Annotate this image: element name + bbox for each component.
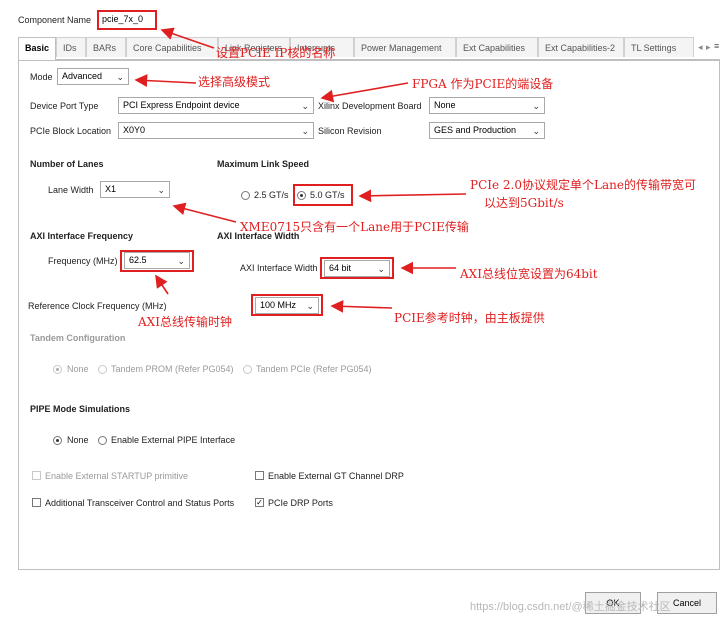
arrow-lane: [172, 202, 237, 223]
annotation-single-lane: XME0715只含有一个Lane用于PCIE传输: [240, 220, 469, 234]
annotation-axi-clock: AXI总线传输时钟: [138, 315, 232, 329]
arrow-mode: [134, 74, 197, 87]
annotation-arrows: [134, 27, 467, 313]
arrow-component-name: [160, 27, 215, 49]
annotation-endpoint: FPGA 作为PCIE的端设备: [412, 77, 554, 91]
annotation-axi-width: AXI总线位宽设置为64bit: [460, 267, 598, 281]
arrow-refclk: [330, 299, 393, 313]
arrow-speed: [358, 189, 467, 203]
annotation-pcie2-bandwidth: PCIe 2.0协议规定单个Lane的传输带宽可: [470, 178, 696, 192]
annotation-refclk: PCIE参考时钟，由主板提供: [394, 311, 545, 325]
arrow-device-port: [320, 82, 409, 103]
annotation-component-name: 设置PCIE IP核的名称: [216, 46, 336, 60]
arrow-axi-freq: [155, 274, 169, 295]
annotation-5gbps: 以达到5Gbit/s: [484, 196, 564, 210]
annotation-advanced-mode: 选择高级模式: [198, 75, 271, 89]
